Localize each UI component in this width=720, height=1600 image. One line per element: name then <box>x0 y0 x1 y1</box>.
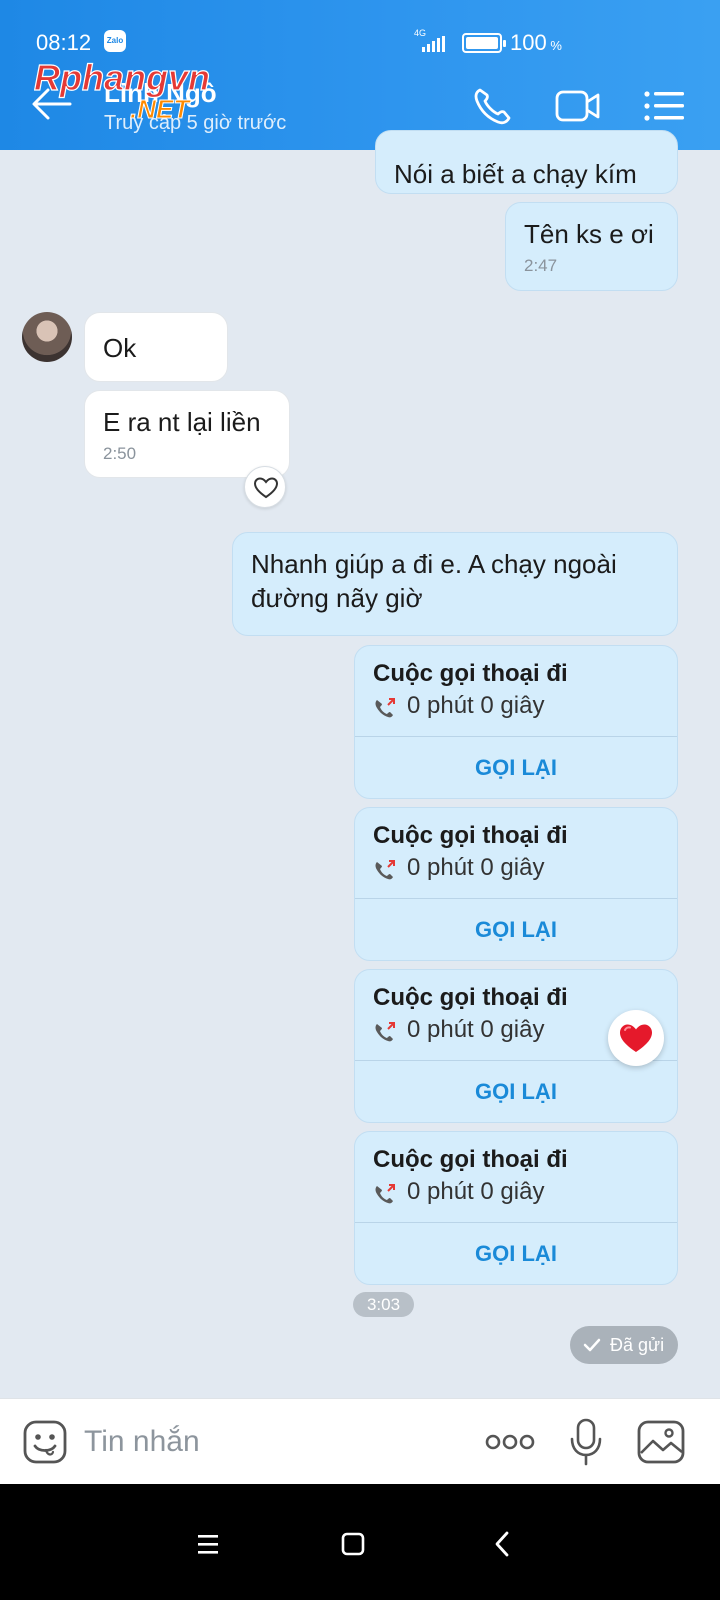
contact-avatar[interactable] <box>22 312 72 362</box>
message-text: Tên ks e ơi <box>524 219 654 249</box>
heart-icon <box>620 1024 652 1052</box>
message-bubble-sent[interactable]: Nói a biết a chạy kím <box>375 130 678 194</box>
home-icon[interactable] <box>333 1524 373 1564</box>
message-text: E ra nt lại liền <box>103 407 261 437</box>
call-title: Cuộc gọi thoại đi <box>373 660 568 687</box>
divider <box>355 736 677 737</box>
battery-level: 100 % <box>510 30 562 55</box>
message-text: Nói a biết a chạy kím <box>394 159 637 189</box>
recent-apps-icon[interactable] <box>188 1524 228 1564</box>
sent-status-badge: Đã gửi <box>570 1326 678 1364</box>
call-card: Cuộc gọi thoại đi 0 phút 0 giây GỌI LẠI <box>354 1131 678 1285</box>
call-title: Cuộc gọi thoại đi <box>373 822 568 849</box>
react-heart-button[interactable] <box>244 466 286 508</box>
check-icon <box>583 1338 601 1352</box>
call-duration: 0 phút 0 giây <box>407 1016 545 1043</box>
image-icon[interactable] <box>636 1419 686 1465</box>
watermark-logo: Rphangvn .NET <box>34 56 211 124</box>
divider <box>355 1222 677 1223</box>
battery-icon <box>462 33 506 53</box>
message-bubble-received[interactable]: Ok <box>84 312 228 382</box>
phone-icon[interactable] <box>470 86 514 126</box>
chat-header: 08:12 Zalo 4G 100 % Linh Ngô Truy cập 5 … <box>0 0 720 150</box>
message-time: 2:47 <box>524 256 558 275</box>
message-bubble-received[interactable]: E ra nt lại liền 2:50 <box>84 390 290 478</box>
message-bubble-sent[interactable]: Nhanh giúp a đi e. A chạy ngoài đường nã… <box>232 532 678 636</box>
menu-icon[interactable] <box>642 86 686 126</box>
call-card: Cuộc gọi thoại đi 0 phút 0 giây GỌI LẠI <box>354 807 678 961</box>
outgoing-call-icon <box>375 860 395 880</box>
system-navigation-bar <box>0 1484 720 1600</box>
call-duration: 0 phút 0 giây <box>407 854 545 881</box>
divider <box>355 898 677 899</box>
call-title: Cuộc gọi thoại đi <box>373 984 568 1011</box>
message-bubble-sent[interactable]: Tên ks e ơi 2:47 <box>505 202 678 291</box>
message-input[interactable] <box>84 1419 464 1465</box>
outgoing-call-icon <box>375 1022 395 1042</box>
heart-icon <box>253 477 279 499</box>
call-again-button[interactable]: GỌI LẠI <box>355 738 677 798</box>
call-duration: 0 phút 0 giây <box>407 692 545 719</box>
status-bar: 08:12 Zalo 4G 100 % <box>0 0 720 60</box>
outgoing-call-icon <box>375 698 395 718</box>
watermark-main-text: Rphangvn <box>34 57 210 98</box>
call-again-button[interactable]: GỌI LẠI <box>355 1224 677 1284</box>
call-again-button[interactable]: GỌI LẠI <box>355 1062 677 1122</box>
signal-icon <box>422 36 445 52</box>
video-icon[interactable] <box>554 86 602 126</box>
watermark-sub-text: .NET <box>130 94 191 124</box>
mic-icon[interactable] <box>568 1417 604 1467</box>
status-time: 08:12 <box>36 30 92 55</box>
message-time: 2:50 <box>103 444 137 463</box>
sticker-icon[interactable] <box>22 1419 68 1465</box>
message-text-line: đường nãy giờ <box>251 583 423 613</box>
sent-status-text: Đã gửi <box>610 1335 665 1355</box>
message-text: Ok <box>103 333 137 363</box>
call-again-button[interactable]: GỌI LẠI <box>355 900 677 960</box>
message-composer <box>0 1398 720 1484</box>
zalo-notification-icon: Zalo <box>104 30 126 52</box>
message-text-line: Nhanh giúp a đi e. A chạy ngoài <box>251 549 617 579</box>
outgoing-call-icon <box>375 1184 395 1204</box>
timestamp-chip: 3:03 <box>353 1292 414 1317</box>
call-duration: 0 phút 0 giây <box>407 1178 545 1205</box>
more-icon[interactable] <box>484 1427 536 1457</box>
call-card: Cuộc gọi thoại đi 0 phút 0 giây GỌI LẠI <box>354 645 678 799</box>
back-icon[interactable] <box>482 1524 522 1564</box>
call-title: Cuộc gọi thoại đi <box>373 1146 568 1173</box>
heart-reaction-badge[interactable] <box>608 1010 664 1066</box>
